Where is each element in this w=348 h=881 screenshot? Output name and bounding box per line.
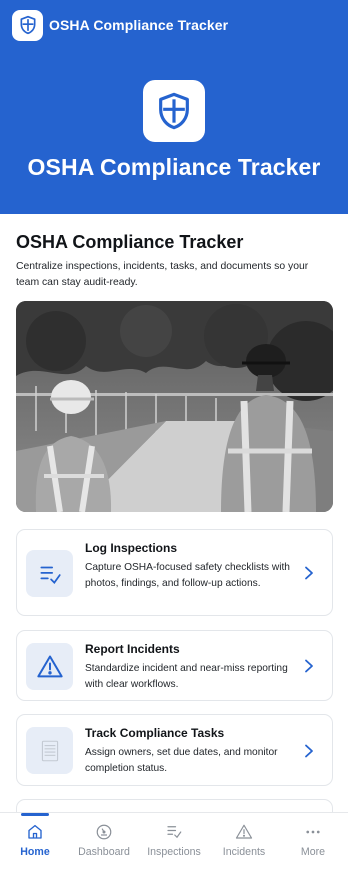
shield-icon (12, 9, 43, 41)
tab-label: More (300, 846, 326, 858)
warning-icon (26, 643, 73, 690)
hero-banner: OSHA Compliance Tracker (0, 50, 348, 214)
card-description: Assign owners, set due dates, and monito… (85, 747, 278, 774)
tab-home[interactable]: Home (0, 813, 70, 881)
tab-more[interactable]: More (278, 813, 348, 881)
hero-photo (16, 301, 333, 512)
chevron-right-icon (305, 659, 313, 673)
home-icon (25, 822, 45, 842)
main-content[interactable]: OSHA Compliance Tracker Centralize inspe… (0, 214, 348, 812)
tab-label: Dashboard (78, 846, 130, 858)
shield-icon (143, 80, 205, 142)
feature-card-log-inspections[interactable]: Log Inspections Capture OSHA-focused saf… (16, 529, 333, 616)
card-description: Capture OSHA-focused safety checklists w… (85, 562, 290, 589)
card-title: Log Inspections (85, 541, 178, 555)
tab-inspections[interactable]: Inspections (139, 813, 209, 881)
card-description: Standardize incident and near-miss repor… (85, 663, 288, 690)
feature-card-report-incidents[interactable]: Report Incidents Standardize incident an… (16, 630, 333, 701)
app-bar: OSHA Compliance Tracker (0, 0, 348, 50)
tab-label: Home (20, 846, 50, 858)
checklist-icon (164, 822, 184, 842)
card-title: Track Compliance Tasks (85, 726, 225, 740)
page-description: Centralize inspections, incidents, tasks… (16, 261, 309, 288)
warning-icon (234, 822, 254, 842)
tab-incidents[interactable]: Incidents (209, 813, 279, 881)
tab-label: Incidents (222, 846, 266, 858)
tab-dashboard[interactable]: Dashboard (69, 813, 139, 881)
feature-card-track-tasks[interactable]: Track Compliance Tasks Assign owners, se… (16, 714, 333, 786)
app-title: OSHA Compliance Tracker (49, 17, 229, 33)
dashboard-icon (94, 822, 114, 842)
bottom-tab-bar: Home Dashboard Inspections Incidents Mor… (0, 812, 348, 881)
checklist-icon (26, 550, 73, 597)
feature-card-partial[interactable] (16, 799, 333, 812)
card-title: Report Incidents (85, 642, 180, 656)
task-list-icon (26, 727, 73, 774)
chevron-right-icon (305, 744, 313, 758)
tab-label: Inspections (147, 846, 201, 858)
chevron-right-icon (305, 566, 313, 580)
page-title: OSHA Compliance Tracker (16, 232, 244, 252)
hero-title: OSHA Compliance Tracker (27, 154, 321, 180)
more-icon (303, 822, 323, 842)
active-tab-indicator (21, 813, 49, 816)
